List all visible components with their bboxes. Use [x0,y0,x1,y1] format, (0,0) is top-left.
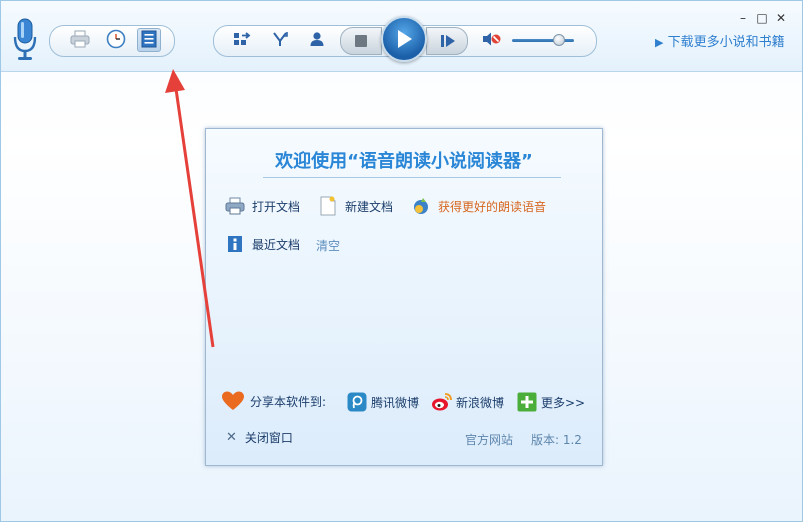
stop-button[interactable] [340,27,382,55]
next-sentence-button[interactable] [426,27,468,55]
better-voice-label: 获得更好的朗读语音 [438,199,547,214]
app-window: ▶ 下载更多小说和书籍 – □ ✕ 欢迎使用“语音朗读小说阅读器” 打开文档 新… [0,0,803,522]
tencent-weibo-icon [346,391,368,413]
sina-weibo-icon [431,391,453,413]
better-voice-action[interactable]: 获得更好的朗读语音 [410,195,546,217]
minimize-button[interactable]: – [736,11,750,25]
recent-documents-label: 最近文档 [252,237,301,252]
share-more[interactable]: 更多>> [516,391,585,413]
share-label-row: 分享本软件到: [222,390,326,412]
close-window-button[interactable]: ✕ [774,11,788,25]
document-list-icon [141,30,157,51]
close-icon: ✕ [226,430,237,445]
official-website-link[interactable]: 官方网站 [465,431,513,448]
share-sina-weibo[interactable]: 新浪微博 [431,391,504,413]
mute-button[interactable] [479,28,503,52]
volume-slider-track[interactable] [512,39,574,42]
play-icon [398,30,412,48]
transform-button[interactable] [268,28,292,52]
grid-arrow-icon [233,31,251,50]
swap-arrows-icon [271,31,289,50]
open-document-action[interactable]: 打开文档 [224,195,300,217]
new-file-icon [317,195,339,217]
tencent-weibo-label: 腾讯微博 [371,395,420,410]
close-dialog-label: 关闭窗口 [244,431,293,445]
share-tencent-weibo[interactable]: 腾讯微博 [346,391,419,413]
version-label: 版本: 1.2 [531,433,582,447]
new-document-action[interactable]: 新建文档 [317,195,393,217]
step-forward-icon [441,35,455,47]
printer-icon [70,30,90,51]
new-document-label: 新建文档 [345,199,394,214]
volume-slider-thumb[interactable] [552,34,565,46]
toolbar: ▶ 下载更多小说和书籍 – □ ✕ [1,1,802,72]
play-button[interactable] [381,16,427,62]
title-divider [263,177,561,178]
clear-recent-link[interactable]: 清空 [316,237,340,254]
reader-view-button[interactable] [137,28,161,52]
maximize-button[interactable]: □ [755,11,769,25]
printer-icon [224,195,246,217]
open-document-label: 打开文档 [252,199,301,214]
close-dialog-button[interactable]: ✕ 关闭窗口 [226,429,293,446]
recent-documents-label-row: 最近文档 [224,233,300,255]
clock-icon [106,29,126,52]
voice-profile-button[interactable] [305,28,329,52]
download-more-label: 下载更多小说和书籍 [667,35,785,50]
layout-button[interactable] [230,28,254,52]
clear-recent-label: 清空 [316,239,341,253]
plus-icon [516,391,538,413]
version-text: 版本: 1.2 [531,431,582,448]
download-more-link[interactable]: ▶ 下载更多小说和书籍 [655,31,785,50]
speaker-muted-icon [481,31,501,50]
welcome-dialog: 欢迎使用“语音朗读小说阅读器” 打开文档 新建文档 获得更好的朗读语音 最近文档… [205,128,603,466]
share-more-label: 更多>> [541,395,586,410]
timer-button[interactable] [104,28,128,52]
print-button[interactable] [68,28,92,52]
microphone-icon [12,17,38,61]
info-icon [224,233,246,255]
voice-pack-icon [410,195,432,217]
heart-icon [222,390,244,412]
dialog-title: 欢迎使用“语音朗读小说阅读器” [275,151,533,172]
sina-weibo-label: 新浪微博 [456,395,505,410]
official-website-label: 官方网站 [465,433,514,447]
share-label: 分享本软件到: [250,394,327,409]
stop-icon [355,35,367,47]
user-icon [309,31,325,50]
triangle-right-icon: ▶ [655,36,664,49]
